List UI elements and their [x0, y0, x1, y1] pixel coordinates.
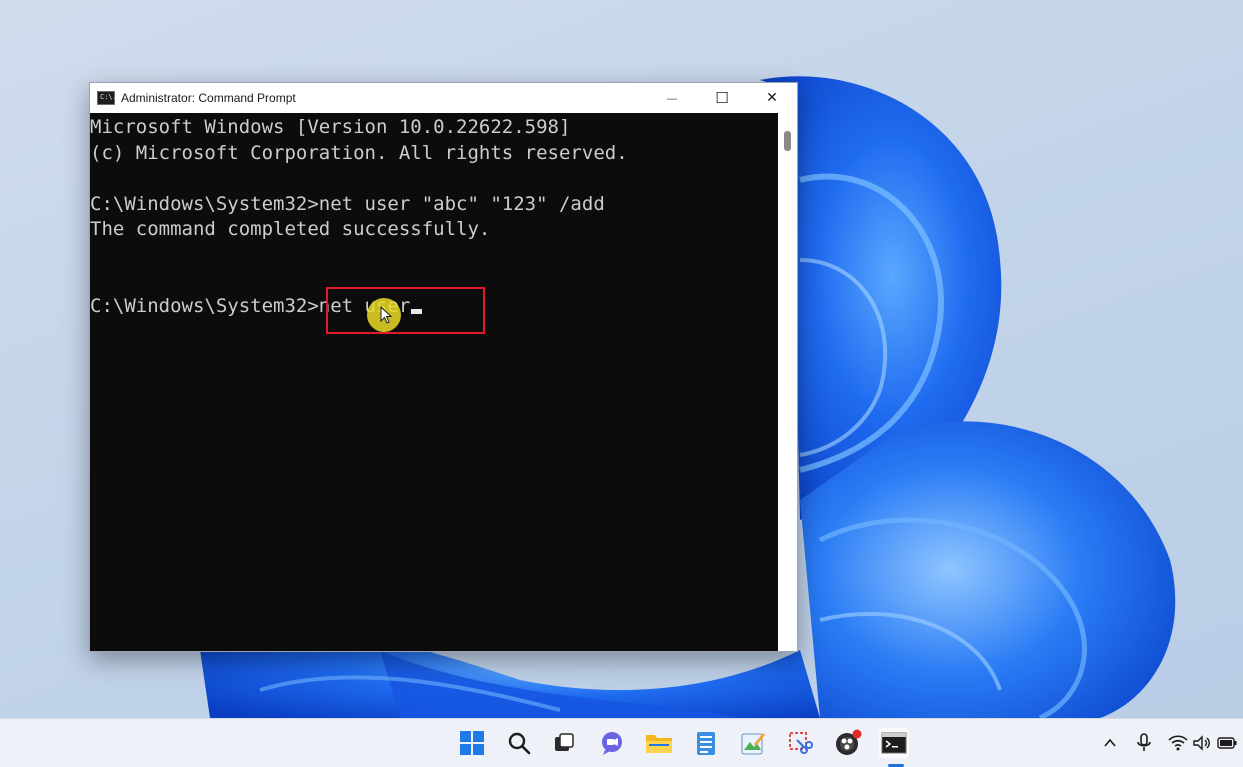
desktop: C:\. Administrator: Command Prompt — ☐ ✕…	[0, 0, 1243, 767]
notepad-icon	[697, 732, 715, 755]
minimize-button[interactable]: —	[647, 83, 697, 113]
search-icon	[508, 732, 531, 755]
file-explorer-button[interactable]	[644, 728, 674, 758]
paint-icon	[741, 733, 765, 755]
file-explorer-icon	[646, 735, 672, 753]
minimize-icon: —	[666, 91, 678, 105]
chat-button[interactable]	[597, 728, 627, 758]
start-button[interactable]	[457, 728, 487, 758]
command-prompt-icon	[881, 732, 907, 754]
window-controls: — ☐ ✕	[647, 83, 797, 113]
paint-button[interactable]	[738, 728, 768, 758]
obs-icon	[836, 729, 862, 755]
title-icon-label: C:\.	[100, 93, 117, 101]
battery-button[interactable]	[1217, 733, 1237, 753]
chat-icon	[602, 732, 622, 755]
terminal-line: (c) Microsoft Corporation. All rights re…	[90, 141, 628, 164]
microphone-button[interactable]	[1134, 733, 1154, 753]
snipping-tool-icon	[789, 732, 813, 754]
notepad-button[interactable]	[691, 728, 721, 758]
command-prompt-taskbar-button[interactable]	[879, 728, 909, 758]
close-icon: ✕	[766, 90, 778, 106]
mouse-pointer-icon	[380, 306, 392, 324]
search-button[interactable]	[504, 728, 534, 758]
annotation-highlight-box	[326, 287, 485, 334]
start-icon	[460, 731, 484, 755]
maximize-icon: ☐	[715, 89, 729, 107]
obs-button[interactable]	[833, 728, 863, 758]
maximize-button[interactable]: ☐	[697, 83, 747, 113]
volume-icon	[1193, 735, 1210, 751]
terminal-line: Microsoft Windows [Version 10.0.22622.59…	[90, 116, 571, 138]
command-prompt-window[interactable]: C:\. Administrator: Command Prompt — ☐ ✕…	[89, 82, 798, 652]
task-view-icon	[555, 733, 574, 751]
scrollbar-thumb[interactable]	[784, 131, 791, 151]
terminal-output[interactable]: Microsoft Windows [Version 10.0.22622.59…	[90, 113, 778, 651]
volume-button[interactable]	[1192, 733, 1212, 753]
close-button[interactable]: ✕	[747, 83, 797, 113]
command-prompt-title-icon: C:\.	[97, 91, 117, 105]
task-view-button[interactable]	[549, 728, 579, 758]
terminal-line: C:\Windows\System32>net user "abc" "123"…	[90, 192, 605, 215]
show-hidden-icons-button[interactable]	[1100, 733, 1120, 753]
microphone-icon	[1137, 733, 1151, 751]
wifi-icon	[1168, 735, 1188, 751]
window-titlebar[interactable]: C:\. Administrator: Command Prompt — ☐ ✕	[90, 83, 797, 113]
window-title: Administrator: Command Prompt	[121, 91, 296, 105]
wifi-button[interactable]	[1168, 733, 1188, 753]
terminal-line: The command completed successfully.	[90, 218, 491, 241]
snipping-tool-button[interactable]	[785, 728, 815, 758]
chevron-up-icon	[1104, 738, 1116, 747]
taskbar	[0, 718, 1243, 767]
battery-icon	[1217, 737, 1237, 749]
vertical-scrollbar[interactable]	[778, 113, 797, 651]
